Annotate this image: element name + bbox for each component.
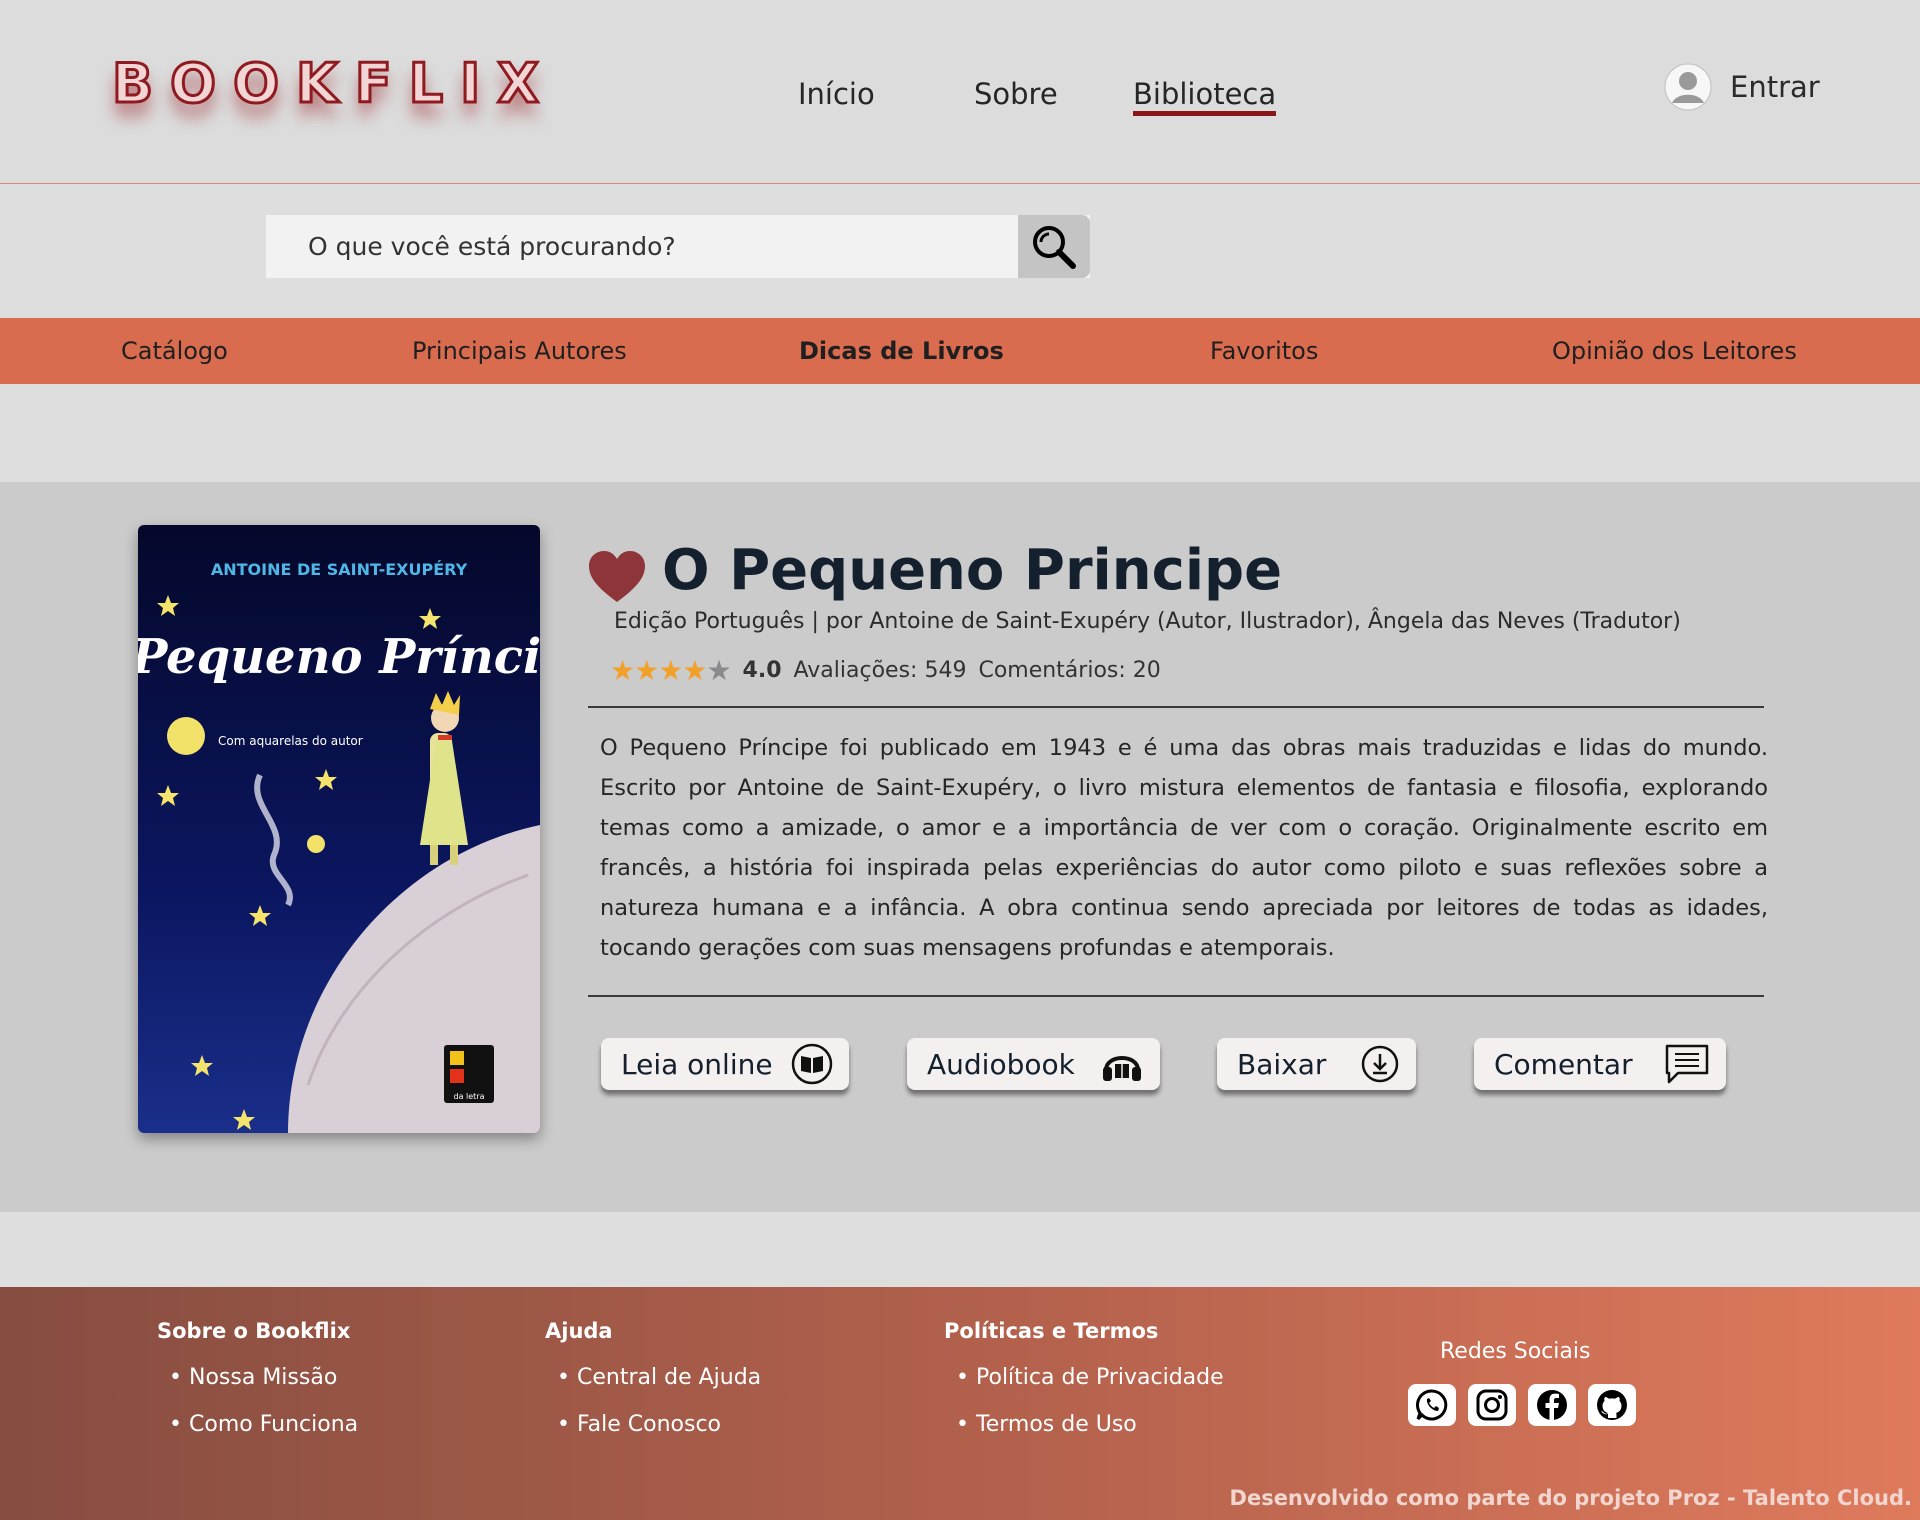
facebook-icon[interactable] — [1528, 1384, 1576, 1426]
nav-inicio[interactable]: Início — [798, 76, 875, 112]
main-nav: Início Sobre Biblioteca — [0, 76, 1920, 116]
comment-label: Comentar — [1494, 1047, 1633, 1081]
category-bar: Catálogo Principais Autores Dicas de Liv… — [0, 318, 1920, 384]
github-icon[interactable] — [1588, 1384, 1636, 1426]
whatsapp-icon[interactable] — [1408, 1384, 1456, 1426]
category-opiniao-dos-leitores[interactable]: Opinião dos Leitores — [1552, 318, 1797, 384]
star-icon: ★ — [658, 654, 683, 687]
nav-biblioteca[interactable]: Biblioteca — [1133, 76, 1277, 116]
search-icon — [1033, 225, 1076, 269]
footer-column-title: Sobre o Bookflix — [157, 1319, 351, 1343]
heart-icon[interactable] — [588, 550, 646, 604]
footer-column-ajuda: Ajuda Central de Ajuda Fale Conosco — [545, 1319, 761, 1459]
search-input[interactable] — [266, 215, 1018, 278]
book-cover-art: ANTOINE DE SAINT-EXUPÉRY O Pequeno Prínc… — [138, 525, 540, 1133]
download-button[interactable]: Baixar — [1217, 1038, 1416, 1090]
audiobook-button[interactable]: Audiobook — [907, 1038, 1160, 1090]
book-cover[interactable]: ANTOINE DE SAINT-EXUPÉRY O Pequeno Prínc… — [138, 525, 540, 1133]
footer-column-title: Ajuda — [545, 1319, 613, 1343]
cover-author: ANTOINE DE SAINT-EXUPÉRY — [211, 560, 468, 579]
divider — [588, 995, 1764, 997]
read-online-label: Leia online — [621, 1047, 773, 1081]
footer-column-title: Políticas e Termos — [944, 1319, 1159, 1343]
star-icon: ★ — [610, 654, 635, 687]
cover-title: O Pequeno Príncipe — [138, 629, 540, 685]
site-footer: Sobre o Bookflix Nossa Missão Como Funci… — [0, 1287, 1920, 1520]
headphones-icon — [1103, 1056, 1141, 1081]
read-online-button[interactable]: Leia online — [601, 1038, 849, 1090]
download-label: Baixar — [1237, 1047, 1327, 1081]
category-dicas-de-livros[interactable]: Dicas de Livros — [799, 318, 1004, 384]
footer-link-central-de-ajuda[interactable]: Central de Ajuda — [577, 1365, 761, 1390]
comment-button[interactable]: Comentar — [1474, 1038, 1726, 1090]
footer-link-como-funciona[interactable]: Como Funciona — [189, 1412, 358, 1437]
footer-credit: Desenvolvido como parte do projeto Proz … — [1229, 1486, 1912, 1510]
footer-column-sobre: Sobre o Bookflix Nossa Missão Como Funci… — [157, 1319, 358, 1459]
rating-score: 4.0 — [742, 658, 782, 683]
footer-link-fale-conosco[interactable]: Fale Conosco — [577, 1412, 721, 1437]
footer-link-termos-de-uso[interactable]: Termos de Uso — [976, 1412, 1137, 1437]
search-bar — [266, 215, 1090, 278]
instagram-icon[interactable] — [1468, 1384, 1516, 1426]
star-empty-icon: ★ — [706, 654, 731, 687]
footer-link-politica-de-privacidade[interactable]: Política de Privacidade — [976, 1365, 1224, 1390]
cover-subtitle: Com aquarelas do autor — [218, 734, 363, 748]
cover-publisher: da letra — [454, 1092, 485, 1101]
book-description: O Pequeno Príncipe foi publicado em 1943… — [600, 735, 1768, 961]
social-title: Redes Sociais — [1440, 1339, 1591, 1364]
category-catalogo[interactable]: Catálogo — [121, 318, 228, 384]
search-button[interactable] — [1018, 215, 1090, 278]
book-rating: ★★★★★ 4.0 Avaliações: 549 Comentários: 2… — [610, 654, 1161, 687]
footer-column-politicas: Políticas e Termos Política de Privacida… — [944, 1319, 1224, 1459]
star-rating: ★★★★★ — [610, 654, 732, 687]
star-icon: ★ — [634, 654, 659, 687]
book-meta: Edição Português | por Antoine de Saint-… — [614, 609, 1681, 634]
rating-reviews: Avaliações: 549 — [793, 658, 967, 683]
social-links — [1408, 1384, 1636, 1426]
download-icon — [1361, 1045, 1399, 1083]
divider — [588, 706, 1764, 708]
nav-sobre[interactable]: Sobre — [974, 76, 1058, 112]
footer-link-nossa-missao[interactable]: Nossa Missão — [189, 1365, 337, 1390]
book-icon — [791, 1043, 833, 1085]
book-detail: ANTOINE DE SAINT-EXUPÉRY O Pequeno Prínc… — [0, 482, 1920, 1212]
site-header: BOOKFLIX Início Sobre Biblioteca Entrar — [0, 0, 1920, 184]
rating-comments: Comentários: 20 — [978, 658, 1161, 683]
category-principais-autores[interactable]: Principais Autores — [412, 318, 627, 384]
comment-icon — [1665, 1044, 1709, 1084]
user-avatar-icon — [1664, 63, 1712, 111]
audiobook-label: Audiobook — [927, 1047, 1075, 1081]
book-title: O Pequeno Principe — [662, 538, 1283, 603]
login-button[interactable]: Entrar — [1664, 63, 1820, 111]
category-favoritos[interactable]: Favoritos — [1210, 318, 1318, 384]
login-label: Entrar — [1730, 70, 1820, 104]
star-icon: ★ — [682, 654, 707, 687]
